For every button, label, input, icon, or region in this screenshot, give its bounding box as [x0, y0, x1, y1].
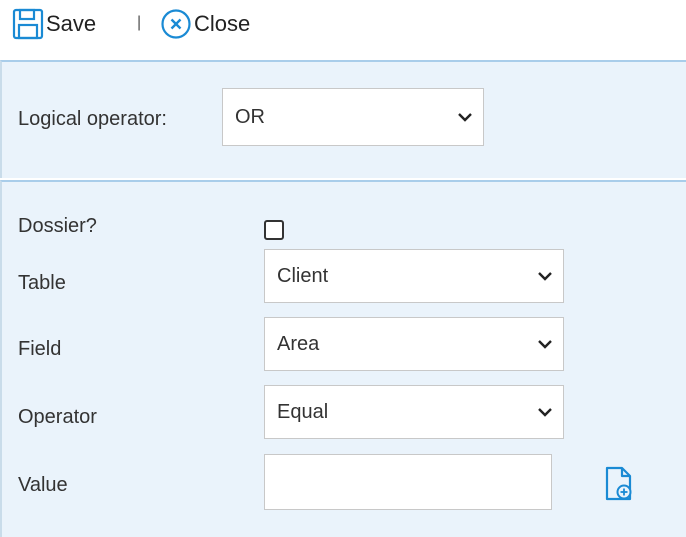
value-input[interactable] — [264, 454, 552, 510]
save-label: Save — [46, 11, 97, 36]
add-value-button[interactable] — [604, 466, 634, 507]
dossier-label: Dossier? — [18, 215, 97, 237]
logical-operator-label: Logical operator: — [18, 108, 167, 130]
chevron-down-icon — [538, 408, 552, 417]
circle-x-icon — [161, 9, 191, 39]
close-label: Close — [194, 11, 251, 36]
chevron-down-icon — [538, 272, 552, 281]
dossier-checkbox[interactable] — [264, 220, 284, 240]
field-label: Field — [18, 338, 62, 360]
value-label: Value — [18, 474, 68, 496]
document-add-icon — [605, 466, 632, 501]
field-value: Area — [277, 333, 320, 355]
chevron-down-icon — [458, 113, 472, 122]
logical-operator-select[interactable]: OR — [222, 88, 484, 146]
operator-label: Operator — [18, 406, 97, 428]
table-value: Client — [277, 265, 329, 287]
save-button[interactable]: Save — [12, 8, 96, 40]
criteria-panel: Dossier? Table Client Field Area Operato… — [0, 180, 686, 537]
operator-value: Equal — [277, 401, 329, 423]
operator-select[interactable]: Equal — [264, 385, 564, 439]
toolbar-separator: | — [137, 14, 142, 31]
close-button[interactable]: Close — [160, 8, 250, 40]
table-select[interactable]: Client — [264, 249, 564, 303]
floppy-disk-icon — [12, 8, 44, 40]
field-select[interactable]: Area — [264, 317, 564, 371]
table-label: Table — [18, 272, 66, 294]
chevron-down-icon — [538, 340, 552, 349]
logical-operator-value: OR — [235, 106, 265, 128]
logical-operator-panel: Logical operator: OR — [0, 60, 686, 178]
toolbar: Save | Close — [0, 0, 686, 48]
